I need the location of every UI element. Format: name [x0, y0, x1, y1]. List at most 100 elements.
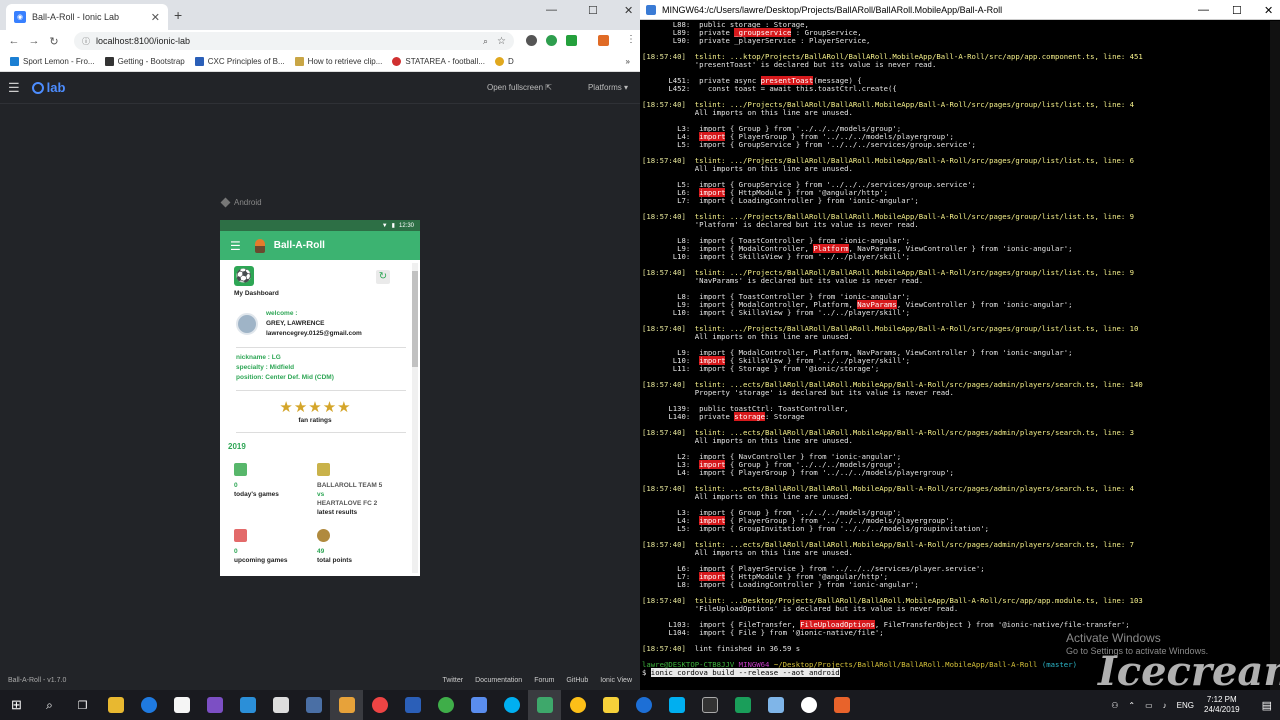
footer-link-ionic-view[interactable]: Ionic View — [600, 677, 632, 684]
task-view-button[interactable]: ❐ — [66, 690, 99, 720]
terminal-output[interactable]: L88: public storage : Storage, L89: priv… — [640, 21, 1270, 690]
minimize-icon[interactable]: — — [1198, 4, 1209, 16]
footer-link-documentation[interactable]: Documentation — [475, 677, 522, 684]
terminal-icon — [701, 697, 718, 713]
taskbar-app[interactable] — [462, 690, 495, 720]
mingw-icon — [646, 4, 656, 15]
bookmark-item[interactable]: STATAREA - football... — [392, 57, 485, 66]
user-email: lawrencegrey.0125@gmail.com — [266, 330, 362, 337]
app-icon — [800, 697, 817, 713]
zoom-icon[interactable]: ⌕ — [483, 36, 488, 47]
ionic-lab-header: ☰ lab Open fullscreen ⇱ Platforms ▾ — [0, 72, 640, 104]
taskbar-app[interactable] — [660, 690, 693, 720]
footer-link-twitter[interactable]: Twitter — [442, 677, 463, 684]
extension-icon[interactable] — [546, 35, 557, 46]
taskbar-app[interactable] — [264, 690, 297, 720]
reload-icon[interactable]: ↻ — [44, 35, 64, 48]
menu-icon[interactable]: ☰ — [230, 239, 241, 253]
taskbar-app[interactable] — [132, 690, 165, 720]
start-button[interactable]: ⊞ — [0, 690, 33, 720]
notifications-icon[interactable]: ▤ — [1262, 699, 1272, 712]
app-icon — [437, 697, 454, 713]
close-window-icon[interactable]: ✕ — [1264, 4, 1273, 17]
close-tab-icon[interactable]: ✕ — [151, 11, 160, 24]
taskbar-app[interactable] — [528, 690, 561, 720]
taskbar-app[interactable] — [330, 690, 363, 720]
show-hidden-icon[interactable]: ⌃ — [1128, 701, 1135, 710]
points-label: total points — [317, 557, 353, 564]
extension-icon[interactable] — [526, 35, 537, 46]
ionic-favicon-icon: ◉ — [14, 11, 26, 23]
browser-tab[interactable]: ◉ Ball-A-Roll - Ionic Lab ✕ — [6, 4, 168, 30]
latest-results-label: latest results — [317, 509, 358, 516]
people-icon[interactable]: ⚇ — [1111, 701, 1118, 710]
search-button[interactable]: ⌕ — [33, 690, 66, 720]
taskbar-app[interactable] — [99, 690, 132, 720]
taskbar-app[interactable] — [396, 690, 429, 720]
taskbar-app[interactable] — [495, 690, 528, 720]
taskbar-app[interactable] — [165, 690, 198, 720]
menu-icon[interactable]: ☰ — [8, 80, 20, 96]
close-window-icon[interactable]: ✕ — [624, 4, 633, 17]
bookmark-item[interactable]: CXC Principles of B... — [194, 57, 285, 66]
bookmark-item[interactable]: Sport Lemon - Fro... — [10, 57, 95, 66]
bookmark-icon — [194, 57, 204, 66]
star-icon: ★ — [308, 399, 322, 416]
star-icon: ★ — [293, 399, 308, 416]
sticky-notes-icon — [602, 697, 619, 713]
terminal-scrollbar[interactable] — [1270, 21, 1280, 690]
windows-logo-icon: ⊞ — [11, 697, 22, 712]
open-fullscreen-link[interactable]: Open fullscreen ⇱ — [469, 83, 552, 92]
taskbar-app[interactable] — [198, 690, 231, 720]
bookmark-icon — [494, 57, 504, 66]
taskbar-app[interactable] — [231, 690, 264, 720]
volume-icon[interactable]: ♪ — [1163, 701, 1167, 710]
calendar-icon — [234, 529, 247, 542]
nickname: nickname : LG — [236, 354, 281, 361]
more-bookmarks-icon[interactable]: » — [626, 57, 630, 66]
more-icon[interactable]: ⋮ — [626, 34, 636, 45]
taskbar-app[interactable] — [627, 690, 660, 720]
minimize-icon[interactable]: — — [546, 4, 557, 16]
bookmark-star-icon[interactable]: ☆ — [497, 36, 506, 47]
extension-icon[interactable] — [598, 35, 609, 46]
taskbar-app[interactable] — [792, 690, 825, 720]
recorder-icon — [833, 697, 850, 713]
maximize-icon[interactable]: ☐ — [1232, 4, 1242, 17]
bookmark-item[interactable]: How to retrieve clip... — [294, 57, 382, 66]
maximize-icon[interactable]: ☐ — [588, 4, 598, 17]
skype-icon — [503, 697, 520, 713]
new-tab-button[interactable]: + — [174, 7, 182, 23]
bookmark-item[interactable]: Getting - Bootstrap — [104, 57, 185, 66]
bookmark-item[interactable]: D — [494, 57, 514, 66]
taskbar-app[interactable] — [759, 690, 792, 720]
platforms-dropdown[interactable]: Platforms ▾ — [570, 83, 628, 92]
taskbar-app[interactable] — [429, 690, 462, 720]
taskbar-app[interactable] — [726, 690, 759, 720]
taskbar-app[interactable] — [825, 690, 858, 720]
taskbar-app[interactable] — [297, 690, 330, 720]
language-indicator[interactable]: ENG — [1177, 701, 1194, 710]
taskbar-app[interactable] — [693, 690, 726, 720]
back-icon[interactable]: ← — [4, 35, 24, 47]
footer-link-forum[interactable]: Forum — [534, 677, 554, 684]
team2: HEARTALOVE FC 2 — [317, 500, 378, 507]
taskbar-app[interactable] — [561, 690, 594, 720]
dashboard-label: My Dashboard — [234, 290, 279, 297]
extension-icon[interactable] — [566, 35, 577, 46]
address-bar[interactable]: ⓘ localhost:8100/ionic-lab ⌕ ☆ — [74, 32, 514, 50]
clock[interactable]: 7:12 PM 24/4/2019 — [1204, 695, 1240, 715]
forward-icon[interactable]: → — [24, 35, 44, 47]
browser-toolbar: ← → ↻ ⓘ localhost:8100/ionic-lab ⌕ ☆ ⋮ — [0, 30, 640, 52]
network-icon[interactable]: ▭ — [1145, 701, 1153, 710]
scoreboard-icon — [317, 463, 330, 476]
chrome-canary-icon — [569, 697, 586, 713]
android-preview: ▼ ▮ 12:30 ☰ Ball-A-Roll ⚽ ↻ My Dashboard… — [220, 220, 420, 576]
footer-link-github[interactable]: GitHub — [566, 677, 588, 684]
taskbar-app[interactable] — [363, 690, 396, 720]
ssms-icon — [338, 697, 355, 713]
scrollbar[interactable] — [412, 263, 418, 573]
refresh-icon[interactable]: ↻ — [376, 270, 390, 284]
chrome-icon — [371, 697, 388, 713]
taskbar-app[interactable] — [594, 690, 627, 720]
